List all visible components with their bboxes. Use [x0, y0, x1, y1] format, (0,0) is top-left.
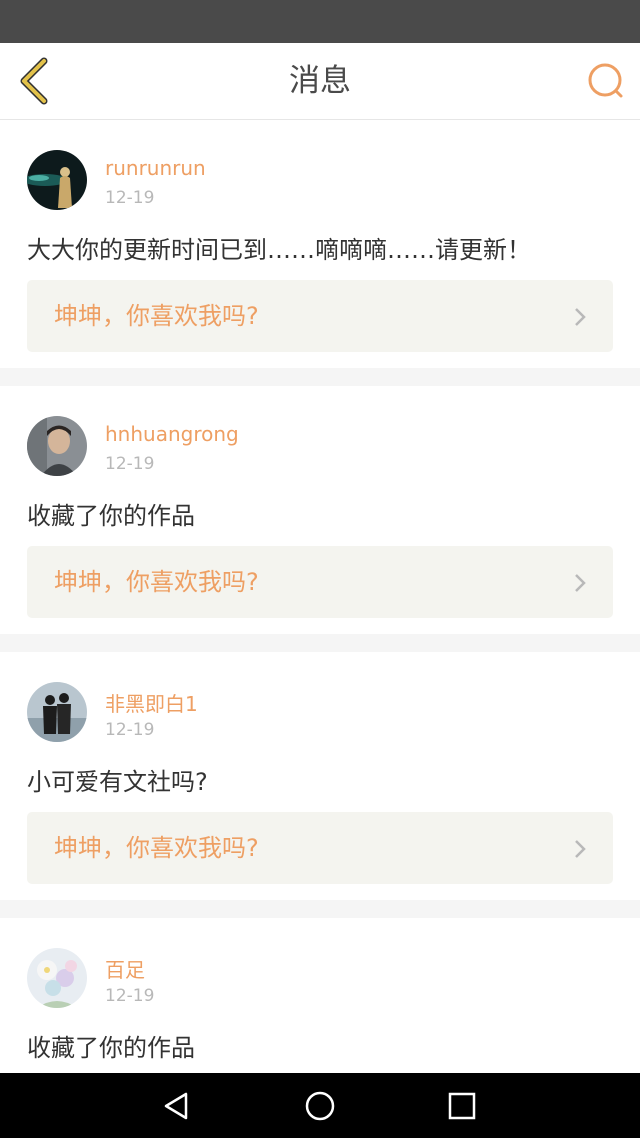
- message-list[interactable]: runrunrun 12-19 大大你的更新时间已到……嘀嘀嘀……请更新！ 坤坤…: [0, 120, 640, 1073]
- chevron-right-icon: [575, 840, 586, 858]
- nav-home-button[interactable]: [303, 1089, 337, 1123]
- quoted-work-link[interactable]: 坤坤，你喜欢我吗?: [27, 812, 613, 884]
- avatar[interactable]: [27, 682, 87, 742]
- nav-recents-button[interactable]: [445, 1089, 479, 1123]
- quoted-work-link[interactable]: 坤坤，你喜欢我吗?: [27, 546, 613, 618]
- nav-back-button[interactable]: [160, 1089, 194, 1123]
- square-recents-icon: [448, 1092, 476, 1120]
- app-header: 消息: [0, 43, 640, 120]
- avatar[interactable]: [27, 948, 87, 1008]
- quoted-work-link[interactable]: 坤坤，你喜欢我吗?: [27, 280, 613, 352]
- work-title: 坤坤，你喜欢我吗?: [54, 834, 259, 862]
- work-title: 坤坤，你喜欢我吗?: [54, 568, 259, 596]
- message-date: 12-19: [105, 188, 155, 208]
- user-name[interactable]: 百足: [105, 954, 145, 983]
- circle-home-icon: [305, 1091, 335, 1121]
- message-text: 小可爱有文社吗?: [27, 768, 208, 796]
- work-title: 坤坤，你喜欢我吗?: [54, 302, 259, 330]
- message-card[interactable]: runrunrun 12-19 大大你的更新时间已到……嘀嘀嘀……请更新！ 坤坤…: [0, 120, 640, 368]
- avatar[interactable]: [27, 150, 87, 210]
- search-button[interactable]: [586, 61, 626, 101]
- system-nav-bar: [0, 1073, 640, 1138]
- message-text: 收藏了你的作品: [27, 1034, 195, 1062]
- message-card[interactable]: 百足 12-19 收藏了你的作品: [0, 918, 640, 1073]
- message-date: 12-19: [105, 454, 155, 474]
- chevron-right-icon: [575, 308, 586, 326]
- message-card[interactable]: hnhuangrong 12-19 收藏了你的作品 坤坤，你喜欢我吗?: [0, 386, 640, 634]
- chevron-right-icon: [575, 574, 586, 592]
- triangle-back-icon: [164, 1092, 188, 1120]
- message-text: 大大你的更新时间已到……嘀嘀嘀……请更新！: [27, 236, 531, 264]
- avatar[interactable]: [27, 416, 87, 476]
- status-bar: [0, 0, 640, 43]
- user-name[interactable]: runrunrun: [105, 156, 206, 180]
- message-date: 12-19: [105, 986, 155, 1006]
- user-name[interactable]: hnhuangrong: [105, 422, 239, 446]
- message-card[interactable]: 非黑即白1 12-19 小可爱有文社吗? 坤坤，你喜欢我吗?: [0, 652, 640, 900]
- user-name[interactable]: 非黑即白1: [105, 688, 198, 717]
- message-text: 收藏了你的作品: [27, 502, 195, 530]
- search-icon: [588, 63, 623, 98]
- message-date: 12-19: [105, 720, 155, 740]
- page-title: 消息: [289, 63, 351, 99]
